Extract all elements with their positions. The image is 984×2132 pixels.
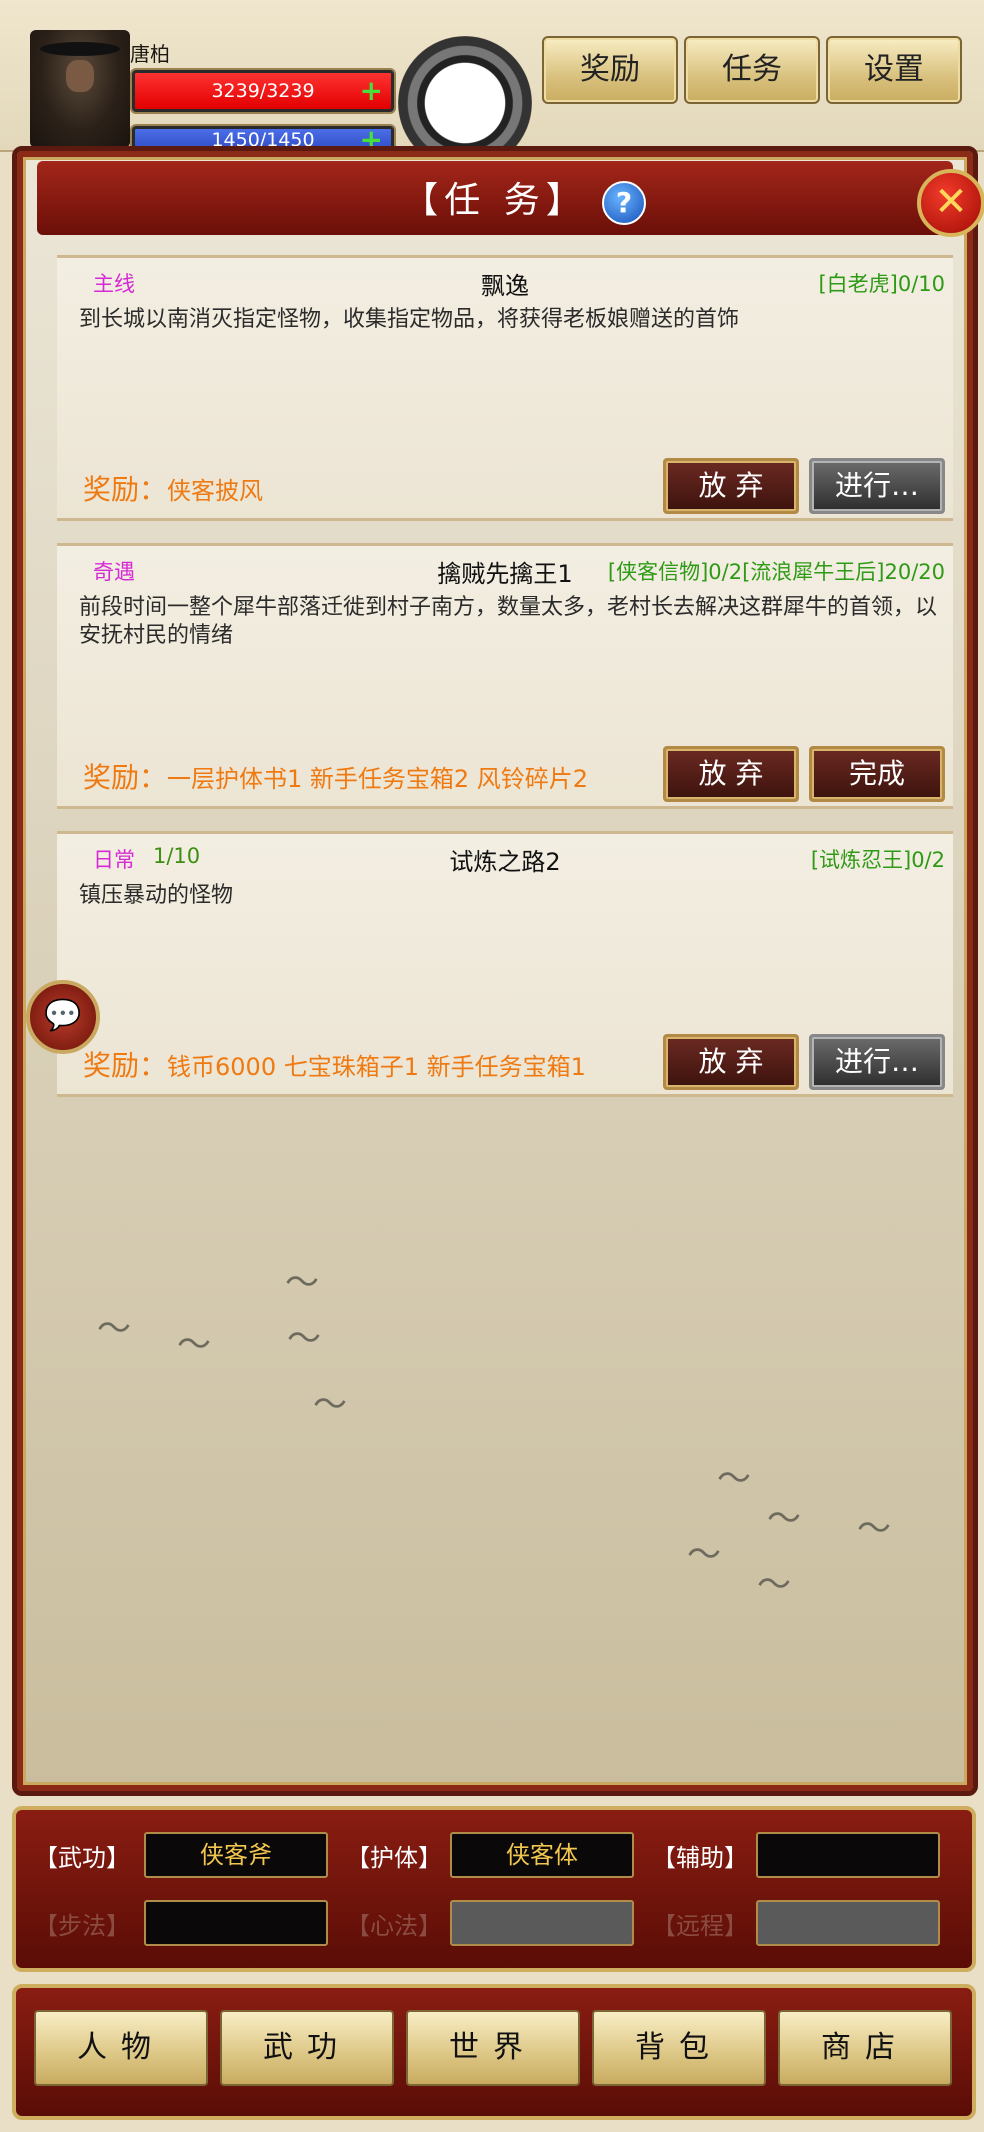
- bottom-navigation: 人物 武功 世界 背包 商店: [12, 1984, 976, 2120]
- avatar-hat: [40, 42, 120, 56]
- bird-decoration-icon: 〜: [857, 1509, 891, 1549]
- panel-header: 【任 务】 ? ✕: [37, 161, 984, 237]
- panel-title: 【任 务】: [402, 180, 588, 221]
- quest-progress: [试炼忍王]0/2: [810, 848, 945, 872]
- heart-slot[interactable]: [450, 1900, 634, 1946]
- abandon-button[interactable]: 放 弃: [663, 1034, 799, 1090]
- task-button[interactable]: 任务: [684, 36, 820, 104]
- abandon-button[interactable]: 放 弃: [663, 746, 799, 802]
- reward-items: 侠客披风: [167, 477, 264, 505]
- bird-decoration-icon: 〜: [717, 1459, 751, 1499]
- weapon-slot[interactable]: 侠客斧: [144, 1832, 328, 1878]
- task-panel: 【任 务】 ? ✕ 主线 飘逸 [白老虎]0/10 到长城以南消灭指定怪物，收集…: [12, 146, 984, 1931]
- reward-label: 奖励：: [83, 761, 168, 794]
- hp-bar: 3239/3239 +: [132, 70, 394, 112]
- assist-slot[interactable]: [756, 1832, 940, 1878]
- hp-value: 3239/3239: [211, 80, 315, 102]
- abandon-button[interactable]: 放 弃: [663, 458, 799, 514]
- nav-shop-button[interactable]: 商店: [778, 2010, 952, 2086]
- quest-card-main: 主线 飘逸 [白老虎]0/10 到长城以南消灭指定怪物，收集指定物品，将获得老板…: [57, 255, 953, 521]
- nav-character-button[interactable]: 人物: [34, 2010, 208, 2086]
- bird-decoration-icon: 〜: [313, 1385, 347, 1425]
- help-icon[interactable]: ?: [602, 181, 646, 225]
- player-avatar[interactable]: [30, 30, 130, 148]
- heart-label: 【心法】: [346, 1912, 442, 1940]
- quest-reward: 奖励：钱币6000 七宝珠箱子1 新手任务宝箱1: [83, 1044, 586, 1084]
- step-slot[interactable]: [144, 1900, 328, 1946]
- assist-label: 【辅助】: [652, 1844, 748, 1872]
- quest-card-daily: 日常 1/10 试炼之路2 [试炼忍王]0/2 镇压暴动的怪物 奖励：钱币600…: [57, 831, 953, 1097]
- player-name: 唐柏: [130, 42, 170, 66]
- quest-progress: [侠客信物]0/2[流浪犀牛王后]20/20: [607, 560, 945, 584]
- complete-button[interactable]: 完成: [809, 746, 945, 802]
- quest-progress: [白老虎]0/10: [818, 272, 945, 296]
- top-bar: 唐柏 3239/3239 + 1450/1450 + 奖励 任务 设置: [0, 0, 984, 170]
- quest-card-encounter: 奇遇 擒贼先擒王1 [侠客信物]0/2[流浪犀牛王后]20/20 前段时间一整个…: [57, 543, 953, 809]
- bird-decoration-icon: 〜: [687, 1535, 721, 1575]
- bird-decoration-icon: 〜: [767, 1499, 801, 1539]
- quest-reward: 奖励：侠客披风: [83, 468, 263, 508]
- quest-description: 镇压暴动的怪物: [79, 883, 234, 908]
- chat-icon[interactable]: 💬: [26, 980, 100, 1054]
- weapon-label: 【武功】: [34, 1844, 130, 1872]
- quest-description: 到长城以南消灭指定怪物，收集指定物品，将获得老板娘赠送的首饰: [79, 307, 740, 332]
- reward-button[interactable]: 奖励: [542, 36, 678, 104]
- quest-description: 前段时间一整个犀牛部落迁徙到村子南方，数量太多，老村长去解决这群犀牛的首领，以安…: [79, 595, 938, 648]
- reward-label: 奖励：: [83, 473, 168, 506]
- avatar-face: [66, 60, 94, 92]
- close-icon[interactable]: ✕: [917, 169, 984, 237]
- settings-button[interactable]: 设置: [826, 36, 962, 104]
- skill-equipment-bar: 【武功】 侠客斧 【护体】 侠客体 【辅助】 【步法】 【心法】 【远程】: [12, 1806, 976, 1972]
- ranged-slot[interactable]: [756, 1900, 940, 1946]
- reward-items: 一层护体书1 新手任务宝箱2 风铃碎片2: [167, 765, 589, 793]
- quest-reward: 奖励：一层护体书1 新手任务宝箱2 风铃碎片2: [83, 756, 588, 796]
- in-progress-button[interactable]: 进行…: [809, 458, 945, 514]
- bird-decoration-icon: 〜: [757, 1565, 791, 1605]
- step-label: 【步法】: [34, 1912, 130, 1940]
- bird-decoration-icon: 〜: [287, 1319, 321, 1359]
- in-progress-button[interactable]: 进行…: [809, 1034, 945, 1090]
- hp-plus-icon[interactable]: +: [360, 73, 383, 109]
- bird-decoration-icon: 〜: [177, 1325, 211, 1365]
- reward-label: 奖励：: [83, 1049, 168, 1082]
- nav-martial-button[interactable]: 武功: [220, 2010, 394, 2086]
- bird-decoration-icon: 〜: [97, 1309, 131, 1349]
- bird-decoration-icon: 〜: [285, 1263, 319, 1303]
- nav-world-button[interactable]: 世界: [406, 2010, 580, 2086]
- body-slot[interactable]: 侠客体: [450, 1832, 634, 1878]
- ranged-label: 【远程】: [652, 1912, 748, 1940]
- body-label: 【护体】: [346, 1844, 442, 1872]
- reward-items: 钱币6000 七宝珠箱子1 新手任务宝箱1: [167, 1053, 586, 1081]
- nav-bag-button[interactable]: 背包: [592, 2010, 766, 2086]
